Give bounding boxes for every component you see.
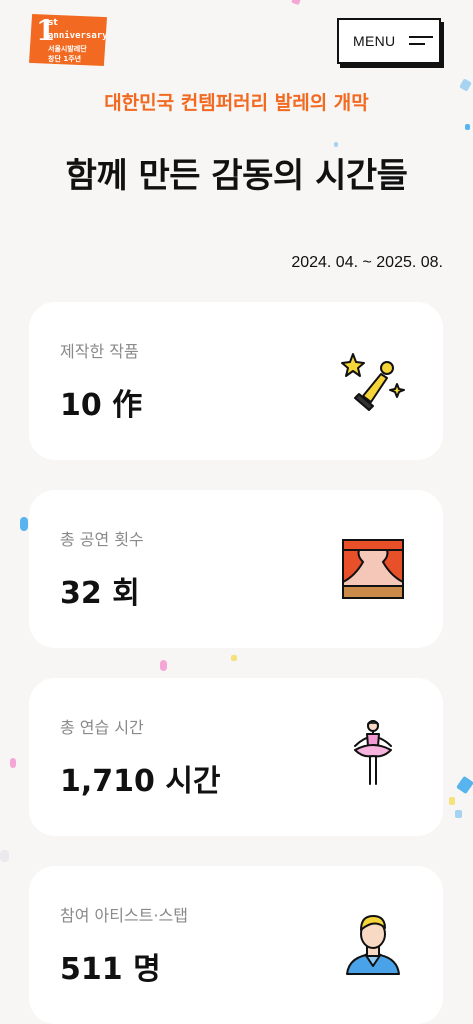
confetti-piece <box>160 660 167 671</box>
logo-company: 서울시발레단 <box>48 45 87 53</box>
confetti-piece <box>231 655 237 661</box>
page-subtitle: 대한민국 컨템퍼러리 발레의 개막 <box>104 92 369 114</box>
anniversary-logo[interactable]: 1 st anniversary 서울시발레단 창단 1주년 <box>29 14 107 66</box>
artist-icon <box>346 915 400 975</box>
stat-value: 1,710 시간 <box>60 764 221 799</box>
confetti-piece <box>0 850 9 862</box>
page-title: 함께 만든 감동의 시간들 <box>65 156 408 196</box>
stat-card-performances: 총 공연 횟수 32 회 <box>29 490 443 648</box>
confetti-piece <box>449 797 455 805</box>
confetti-piece <box>455 810 462 818</box>
menu-button[interactable]: MENU <box>337 18 441 64</box>
logo-ordinal: st <box>48 18 58 28</box>
stat-value: 10 作 <box>60 388 143 423</box>
confetti-piece <box>20 517 28 531</box>
menu-label: MENU <box>353 33 396 49</box>
confetti-piece <box>10 758 16 768</box>
stat-value: 511 명 <box>60 952 161 987</box>
stat-label: 참여 아티스트·스탭 <box>60 906 188 925</box>
stat-card-rehearsal: 총 연습 시간 1,710 시간 <box>29 678 443 836</box>
stat-card-artists: 참여 아티스트·스탭 511 명 <box>29 866 443 1024</box>
stage-curtain-icon <box>342 539 404 599</box>
stat-label: 제작한 작품 <box>60 342 139 361</box>
logo-anniversary: anniversary <box>48 31 108 41</box>
stat-label: 총 연습 시간 <box>60 718 144 737</box>
stat-card-works: 제작한 작품 10 作 <box>29 302 443 460</box>
ballerina-icon <box>354 720 392 785</box>
period-text: 2024. 04. ~ 2025. 08. <box>291 254 443 271</box>
confetti-piece <box>465 124 470 130</box>
logo-founding: 창단 1주년 <box>48 55 82 63</box>
stat-value: 32 회 <box>60 576 140 611</box>
trophy-icon <box>341 353 405 411</box>
stat-label: 총 공연 횟수 <box>60 530 144 549</box>
hamburger-icon <box>409 36 434 46</box>
confetti-piece <box>291 0 301 6</box>
confetti-piece <box>334 142 338 147</box>
confetti-piece <box>456 775 473 795</box>
